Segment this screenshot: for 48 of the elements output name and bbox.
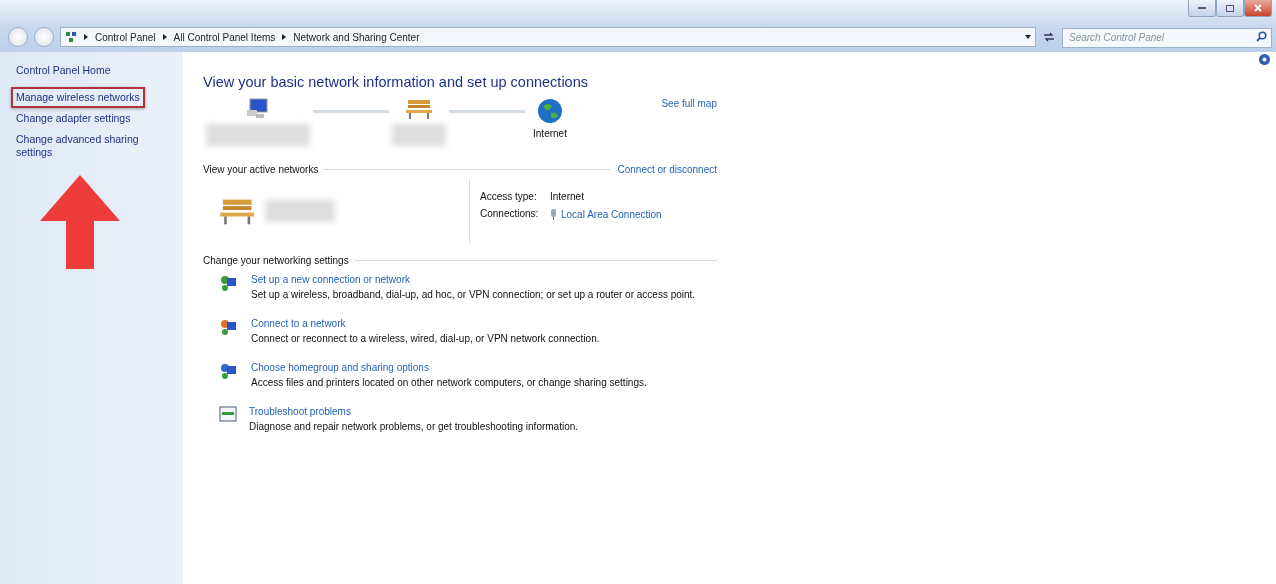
blurred-name [392,124,446,146]
task-description: Set up a wireless, broadband, dial-up, ad hoc, or VPN connection; or set up a router or access point. [251,289,696,300]
task-link[interactable]: Set up a new connection or network [251,274,696,285]
maximize-button[interactable] [1216,0,1244,17]
minimize-icon [1198,7,1206,9]
task-link[interactable]: Troubleshoot problems [249,406,579,417]
refresh-icon[interactable] [1042,30,1056,44]
blurred-name [265,200,336,222]
network-icon [219,362,239,380]
close-button[interactable] [1244,0,1272,17]
breadcrumb[interactable]: All Control Panel Items [173,31,276,43]
node-label: Internet [533,128,567,139]
help-icon[interactable] [1259,54,1270,65]
task-description: Connect or reconnect to a wireless, wired, dial-up, or VPN network connection. [251,333,600,344]
globe-icon [537,98,563,124]
computer-icon [246,98,270,120]
section-heading: View your active networks [203,164,319,175]
page-title: View your basic network information and set up connections [203,74,589,90]
connection-icon [550,208,557,220]
detail-label: Connections: [480,208,540,220]
sidebar-link[interactable]: Control Panel Home [11,60,116,81]
sidebar-link[interactable]: Manage wireless networks [11,87,145,108]
restore-icon [1226,4,1234,12]
task-description: Access files and printers located on other network computers, or change sharing settings. [251,377,647,388]
network-icon [219,318,239,336]
bench-icon [405,98,433,120]
task-description: Diagnose and repair network problems, or get troubleshooting information. [249,421,579,432]
task-link[interactable]: Choose homegroup and sharing options [251,362,647,373]
troubleshoot-icon [219,406,237,422]
detail-value: Internet [550,191,585,202]
section-heading: Change your networking settings [203,255,349,266]
sidebar-link[interactable]: Change adapter settings [11,108,136,129]
network-icon [219,274,239,292]
search-icon[interactable] [1256,31,1267,42]
connect-link[interactable]: Connect or disconnect [617,164,717,175]
control-panel-icon [65,31,77,43]
connection-link[interactable]: Local Area Connection [561,208,662,220]
search-field[interactable]: Search Control Panel [1062,27,1272,48]
address-bar[interactable]: Control Panel All Control Panel Items Network and Sharing Center [60,27,1036,47]
sidebar-link[interactable]: Change advanced sharing settings [11,129,171,163]
see-full-map-link[interactable]: See full map [661,98,717,109]
breadcrumb[interactable]: Network and Sharing Center [293,31,420,43]
dropdown-icon[interactable] [1025,35,1031,39]
task-link[interactable]: Connect to a network [251,318,600,329]
minimize-button[interactable] [1188,0,1216,17]
close-icon [1254,4,1262,12]
breadcrumb[interactable]: Control Panel [95,31,156,43]
detail-label: Access type: [480,191,538,202]
